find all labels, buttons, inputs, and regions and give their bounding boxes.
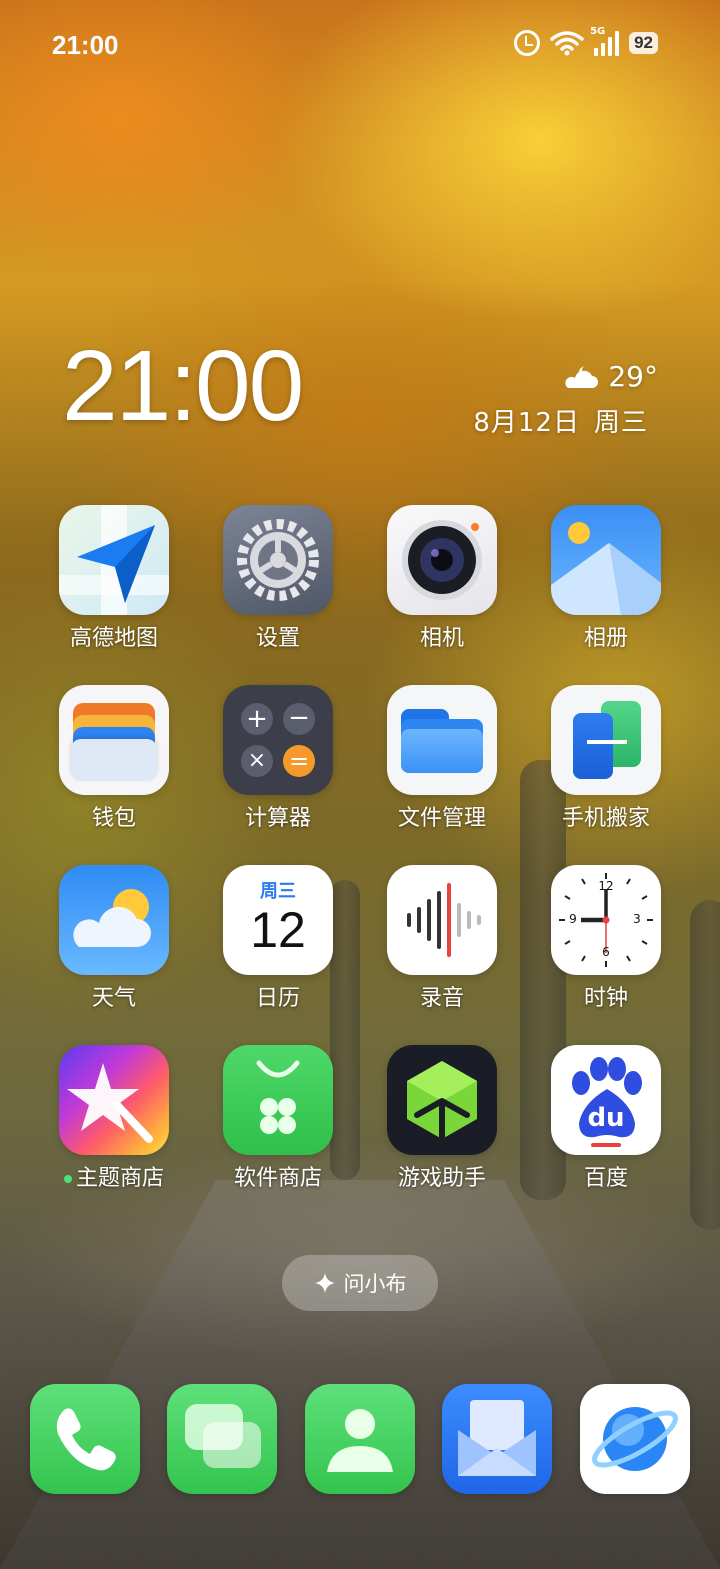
- weather-widget[interactable]: 29°: [560, 360, 658, 393]
- photo-mountain-icon: [551, 505, 661, 615]
- battery-icon: 92: [629, 32, 658, 54]
- calendar-day: 12: [250, 902, 306, 958]
- navigation-arrow-icon: [59, 505, 169, 615]
- app-label: 计算器: [244, 806, 311, 831]
- dock-contacts[interactable]: [305, 1384, 415, 1494]
- calendar-icon: 周三 12: [223, 865, 333, 975]
- baidu-du-text: du: [587, 1103, 625, 1133]
- folder-icon: [387, 685, 497, 795]
- sound-wave-icon: [387, 865, 497, 975]
- messages-icon: [185, 1404, 261, 1468]
- app-clock[interactable]: 12 3 6 9 时钟: [524, 865, 688, 1012]
- browser-planet-icon: [592, 1407, 678, 1471]
- app-label: 天气: [91, 986, 136, 1011]
- app-label: 主题商店: [32, 1160, 196, 1192]
- dock-messages[interactable]: [167, 1384, 277, 1494]
- network-type-label: 5G: [590, 26, 606, 37]
- app-label: 手机搬家: [561, 806, 650, 831]
- app-weather[interactable]: 天气: [32, 865, 196, 1012]
- app-label-text: 主题商店: [75, 1166, 164, 1191]
- wifi-icon: [550, 31, 584, 56]
- app-gallery[interactable]: 相册: [524, 505, 688, 652]
- calculator-icon: + − × =: [223, 685, 333, 795]
- app-file-manager[interactable]: 文件管理: [360, 685, 524, 832]
- app-label: 文件管理: [397, 806, 486, 831]
- app-label: 相机: [419, 626, 464, 651]
- app-recorder[interactable]: 录音: [360, 865, 524, 1012]
- app-baidu[interactable]: du 百度: [524, 1045, 688, 1192]
- camera-lens-icon: [387, 505, 497, 615]
- calendar-weekday: 周三: [260, 881, 296, 902]
- partly-cloudy-night-icon: [565, 365, 599, 388]
- date-widget[interactable]: 8月12日 周三: [473, 402, 648, 439]
- date-label: 8月12日: [473, 408, 580, 438]
- analog-clock-icon: 12 3 6 9: [551, 865, 661, 975]
- dock-phone[interactable]: [30, 1384, 140, 1494]
- app-settings[interactable]: 设置: [196, 505, 360, 652]
- clock-number: 12: [598, 879, 614, 893]
- app-label: 录音: [419, 986, 464, 1011]
- app-label: 钱包: [91, 806, 136, 831]
- dock-mail[interactable]: [442, 1384, 552, 1494]
- temperature-label: 29°: [608, 360, 658, 393]
- phone-icon: [56, 1408, 116, 1471]
- app-label: 高德地图: [69, 626, 158, 651]
- mail-icon: [458, 1400, 536, 1476]
- assistant-label: 问小布: [343, 1272, 407, 1296]
- app-label: 时钟: [583, 986, 628, 1011]
- gear-icon: [223, 505, 333, 615]
- clock-widget-time[interactable]: 21:00: [62, 336, 304, 436]
- app-software-store[interactable]: 软件商店: [196, 1045, 360, 1192]
- update-dot: [63, 1175, 72, 1183]
- clock-number: 3: [633, 912, 641, 926]
- alarm-icon: [514, 30, 541, 56]
- contacts-icon: [327, 1409, 393, 1472]
- app-label: 软件商店: [233, 1166, 322, 1191]
- app-label: 设置: [255, 626, 300, 651]
- background-road: [0, 1180, 720, 1569]
- baidu-paw-icon: du: [551, 1045, 661, 1155]
- app-theme-store[interactable]: 主题商店: [32, 1045, 196, 1192]
- star-wand-icon: [59, 1045, 169, 1155]
- background-tree-trunk: [690, 900, 720, 1230]
- assistant-button[interactable]: 问小布: [282, 1255, 438, 1311]
- app-calculator[interactable]: + − × = 计算器: [196, 685, 360, 832]
- app-camera[interactable]: 相机: [360, 505, 524, 652]
- dock-browser[interactable]: [580, 1384, 690, 1494]
- game-cube-icon: [387, 1045, 497, 1155]
- wallet-cards-icon: [59, 685, 169, 795]
- app-wallet[interactable]: 钱包: [32, 685, 196, 832]
- app-label: 相册: [583, 626, 628, 651]
- sparkle-icon: [314, 1273, 335, 1293]
- app-phone-clone[interactable]: 手机搬家: [524, 685, 688, 832]
- app-calendar[interactable]: 周三 12 日历: [196, 865, 360, 1012]
- clock-number: 6: [602, 945, 610, 959]
- status-time: 21:00: [52, 30, 119, 60]
- app-label: 游戏助手: [397, 1166, 486, 1191]
- app-label: 日历: [255, 986, 300, 1011]
- status-bar: 21:00 5G 92: [0, 0, 720, 92]
- shopping-bag-icon: [223, 1045, 333, 1155]
- clock-number: 9: [569, 912, 577, 926]
- app-amap[interactable]: 高德地图: [32, 505, 196, 652]
- phone-transfer-icon: [551, 685, 661, 795]
- app-game-assistant[interactable]: 游戏助手: [360, 1045, 524, 1192]
- app-label: 百度: [583, 1166, 628, 1191]
- sun-cloud-icon: [59, 865, 169, 975]
- dock: [0, 1384, 720, 1494]
- weekday-label: 周三: [593, 408, 648, 438]
- signal-icon: 5G: [590, 26, 620, 56]
